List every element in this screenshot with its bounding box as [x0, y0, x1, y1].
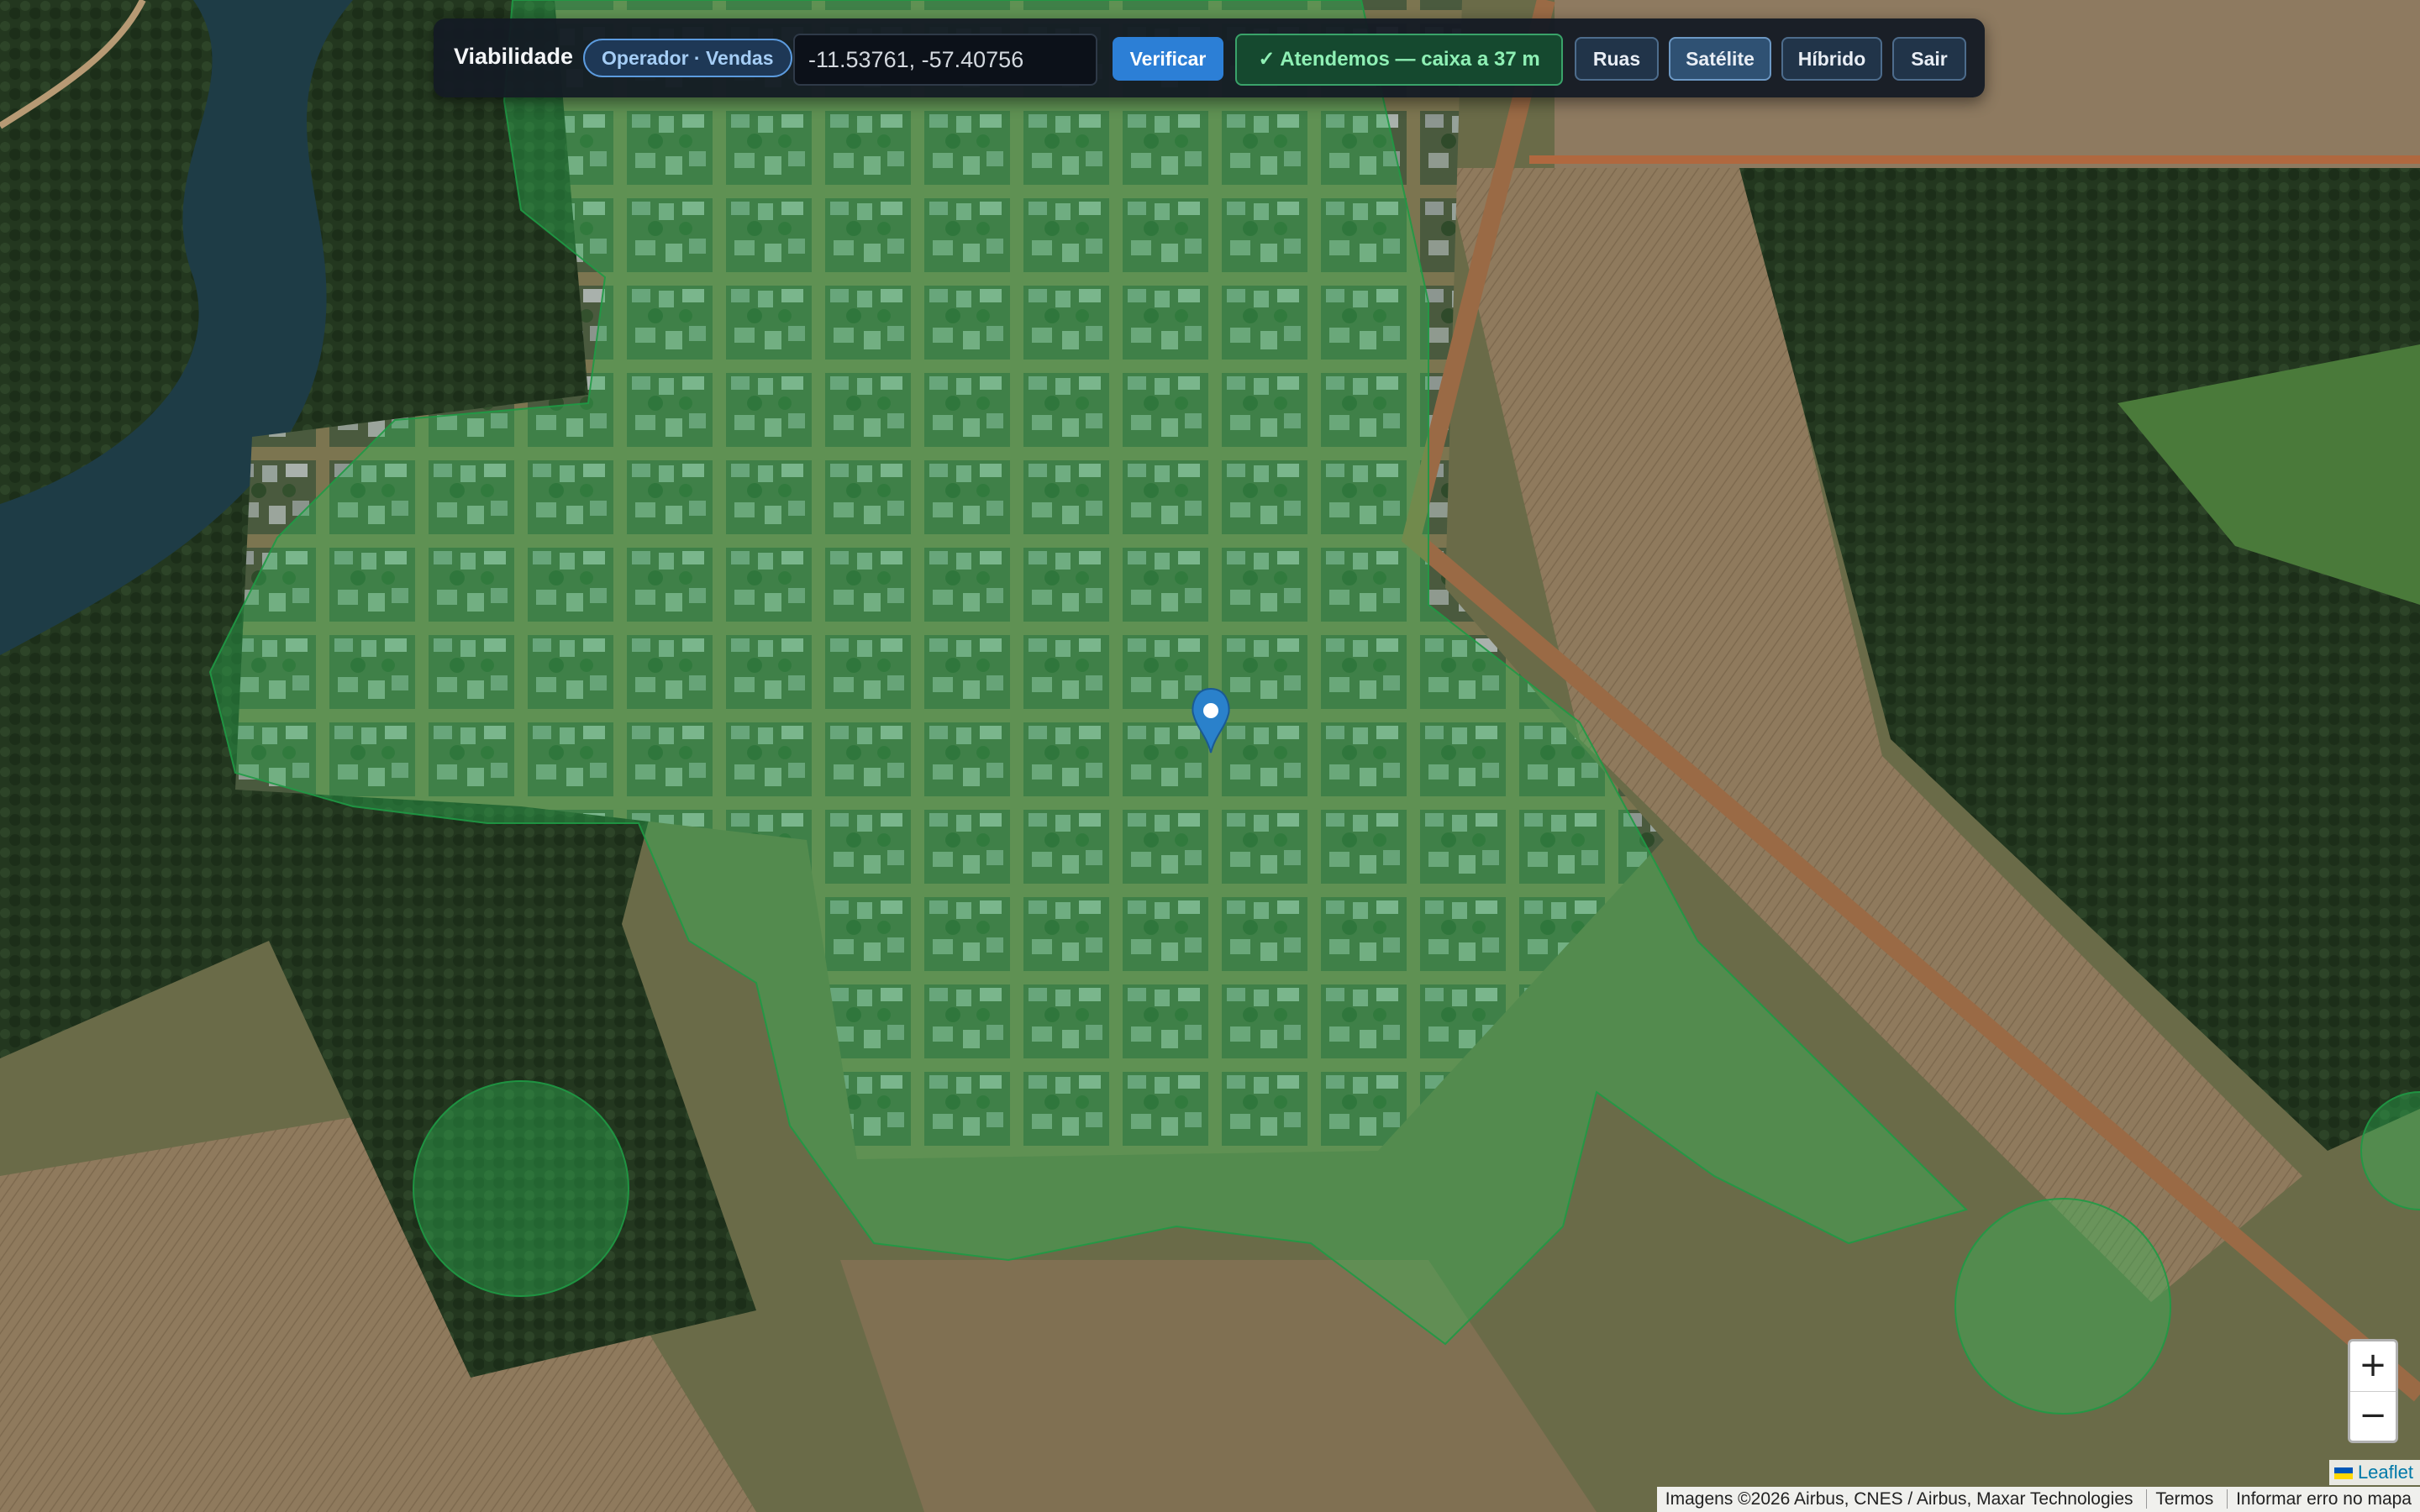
map-attribution-bar: Imagens ©2026 Airbus, CNES / Airbus, Max…: [1656, 1487, 2420, 1512]
report-error-link[interactable]: Informar erro no mapa: [2227, 1489, 2420, 1509]
terms-link[interactable]: Termos: [2146, 1489, 2223, 1509]
layer-satellite-button[interactable]: Satélite: [1669, 37, 1771, 81]
zoom-control: + −: [2348, 1339, 2398, 1443]
leaflet-attribution[interactable]: Leaflet: [2328, 1460, 2420, 1485]
role-badge: Operador · Vendas: [583, 39, 792, 77]
satellite-map[interactable]: [0, 0, 2420, 1512]
imagery-credit: Imagens ©2026 Airbus, CNES / Airbus, Max…: [1665, 1489, 2133, 1509]
app-title: Viabilidade: [454, 44, 574, 69]
coverage-status-badge: ✓ Atendemos — caixa a 37 m: [1235, 34, 1563, 86]
zoom-in-button[interactable]: +: [2350, 1341, 2396, 1391]
layer-hybrid-button[interactable]: Híbrido: [1781, 37, 1882, 81]
ukraine-flag-icon: [2333, 1467, 2353, 1480]
coordinates-input[interactable]: [793, 34, 1097, 86]
logout-button[interactable]: Sair: [1892, 37, 1966, 81]
verify-button[interactable]: Verificar: [1113, 37, 1223, 81]
zoom-out-button[interactable]: −: [2350, 1391, 2396, 1441]
viability-toolbar: Viabilidade Operador · Vendas Verificar …: [434, 18, 1985, 97]
leaflet-link[interactable]: Leaflet: [2358, 1462, 2413, 1483]
layer-streets-button[interactable]: Ruas: [1575, 37, 1659, 81]
